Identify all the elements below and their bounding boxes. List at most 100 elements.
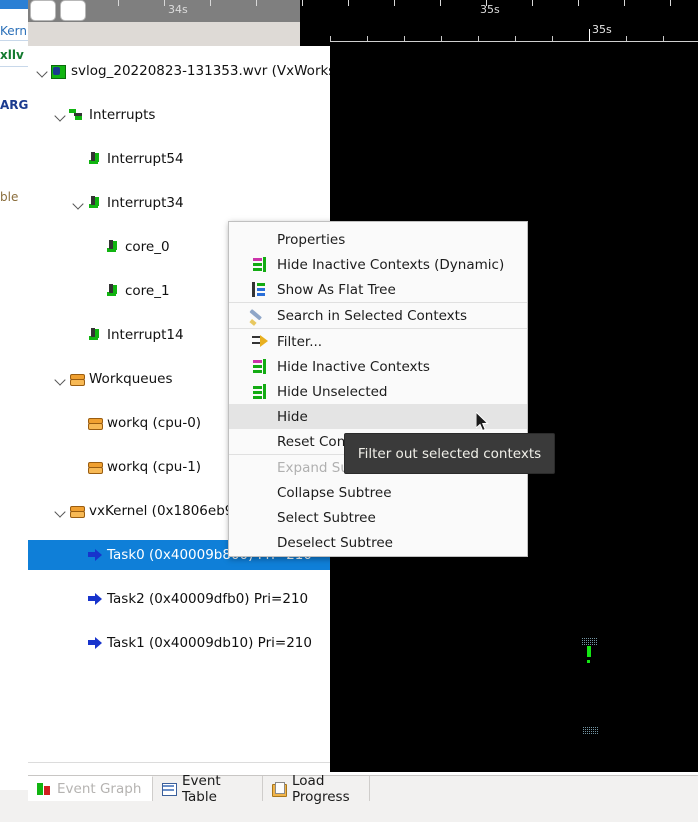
tree-item-label: Interrupt14 [107, 327, 184, 343]
task-icon [86, 547, 104, 563]
tree-item-label: vxKernel (0x1806eb9b [89, 503, 242, 519]
chevron-down-icon[interactable] [36, 64, 50, 78]
tree-item-task1[interactable]: Task1 (0x40009db10) Pri=210 [28, 628, 330, 658]
mouse-cursor [475, 410, 489, 432]
editor-text-fragment-2: xllv [0, 48, 24, 62]
workqueue-group-icon [68, 371, 86, 387]
menu-item-label: Collapse Subtree [277, 484, 392, 501]
toolbar-button-2[interactable] [60, 0, 86, 21]
tree-item-label: core_0 [125, 239, 170, 255]
menu-item-label: Properties [277, 231, 346, 248]
tree-item-label: workq (cpu-0) [107, 415, 202, 431]
menu-item-show-as-flat-tree[interactable]: Show As Flat Tree [229, 277, 527, 302]
load-progress-icon [271, 781, 287, 797]
menu-item-label: Hide Inactive Contexts [277, 358, 430, 375]
interrupt-icon [104, 239, 122, 255]
tree-item-label: Task2 (0x40009dfb0) Pri=210 [107, 591, 309, 607]
tab-label: Load Progress [292, 772, 350, 805]
editor-text-fragment-1: Kern [0, 24, 27, 38]
flat-tree-icon [251, 281, 271, 298]
tree-item-label: core_1 [125, 283, 170, 299]
interrupt-icon [86, 327, 104, 343]
interrupts-group-icon [68, 107, 86, 123]
filter-icon [251, 334, 271, 350]
trace-file-icon [50, 63, 68, 79]
search-pencil-icon [251, 308, 271, 324]
interrupt-icon [86, 151, 104, 167]
view-tab-bar: Event Graph Event Table Load Progress [28, 773, 698, 805]
context-menu[interactable]: Properties Hide Inactive Contexts (Dynam… [228, 221, 528, 557]
editor-divider [0, 40, 28, 41]
menu-item-deselect-subtree[interactable]: Deselect Subtree [229, 530, 527, 555]
tree-item-label: Task1 (0x40009db10) Pri=210 [107, 635, 312, 651]
editor-text-fragment-4: ble [0, 190, 19, 204]
event-table-icon [161, 781, 177, 797]
tree-item-label: Interrupts [89, 107, 156, 123]
menu-item-label: Show As Flat Tree [277, 281, 396, 298]
chevron-down-icon[interactable] [54, 372, 68, 386]
ruler-label-35s-top: 35s [480, 3, 500, 16]
menu-item-label: Select Subtree [277, 509, 376, 526]
tooltip: Filter out selected contexts [344, 433, 555, 474]
tab-label: Event Graph [57, 781, 142, 797]
chevron-down-icon[interactable] [54, 108, 68, 122]
tab-load-progress[interactable]: Load Progress [263, 773, 370, 805]
editor-divider-2 [0, 66, 28, 67]
workqueue-icon [86, 415, 104, 431]
hide-inactive-icon [251, 358, 271, 375]
menu-item-hide-inactive-contexts-dynamic[interactable]: Hide Inactive Contexts (Dynamic) [229, 252, 527, 277]
tree-item-label: Interrupt54 [107, 151, 184, 167]
ruler-label-35s: 35s [592, 23, 612, 36]
chevron-down-icon[interactable] [72, 196, 86, 210]
event-graph-icon [36, 781, 52, 797]
menu-item-label: Filter... [277, 333, 323, 350]
menu-item-select-subtree[interactable]: Select Subtree [229, 505, 527, 530]
menu-item-label: Hide Unselected [277, 383, 388, 400]
menu-item-hide-unselected[interactable]: Hide Unselected [229, 379, 527, 404]
tree-item-interrupt34[interactable]: Interrupt34 [28, 188, 330, 218]
editor-selected-line [0, 0, 28, 9]
workqueue-icon [86, 459, 104, 475]
hide-unselected-icon [251, 383, 271, 400]
tree-item-label: workq (cpu-1) [107, 459, 202, 475]
event-marker[interactable] [582, 638, 598, 645]
hide-inactive-dynamic-icon [251, 256, 271, 273]
tab-label: Event Table [182, 772, 221, 805]
ruler-label-34s: 34s [168, 3, 188, 16]
menu-item-label: Hide [277, 408, 308, 425]
menu-item-label: Hide Inactive Contexts (Dynamic) [277, 256, 505, 273]
tree-item-label: svlog_20220823-131353.wvr (VxWorks [71, 63, 330, 79]
event-marker[interactable] [583, 727, 599, 734]
tree-item-interrupts[interactable]: Interrupts [28, 100, 330, 130]
tab-event-table[interactable]: Event Table [153, 773, 263, 805]
menu-item-hide-inactive-contexts[interactable]: Hide Inactive Contexts [229, 354, 527, 379]
tooltip-text: Filter out selected contexts [357, 445, 542, 462]
menu-item-label: Search in Selected Contexts [277, 307, 468, 324]
background-editor-strip: Kern xllv ARG ble [0, 0, 28, 790]
event-dot[interactable] [587, 660, 590, 663]
chevron-down-icon[interactable] [54, 504, 68, 518]
tree-item-task2[interactable]: Task2 (0x40009dfb0) Pri=210 [28, 584, 330, 614]
tree-item-label: Interrupt34 [107, 195, 184, 211]
event-bar[interactable] [587, 646, 591, 657]
task-icon [86, 635, 104, 651]
menu-item-search-in-selected-contexts[interactable]: Search in Selected Contexts [229, 303, 527, 328]
menu-item-filter[interactable]: Filter... [229, 329, 527, 354]
interrupt-icon [104, 283, 122, 299]
tree-item-label: Workqueues [89, 371, 173, 387]
editor-text-fragment-3: ARG [0, 98, 28, 112]
toolbar-button-1[interactable] [30, 0, 56, 21]
tree-item-interrupt54[interactable]: Interrupt54 [28, 144, 330, 174]
task-icon [86, 591, 104, 607]
menu-item-label: Deselect Subtree [277, 534, 393, 551]
interrupt-icon [86, 195, 104, 211]
menu-item-collapse-subtree[interactable]: Collapse Subtree [229, 480, 527, 505]
graph-horizontal-scrollbar[interactable] [330, 762, 698, 772]
timeline-ruler-main[interactable]: 35s [330, 22, 698, 48]
timeline-ruler-top[interactable]: 34s 35s [28, 0, 698, 22]
tree-horizontal-scrollbar[interactable] [28, 762, 330, 772]
tab-event-graph[interactable]: Event Graph [28, 776, 153, 801]
kernel-icon [68, 503, 86, 519]
tree-item-trace-file[interactable]: svlog_20220823-131353.wvr (VxWorks [28, 56, 330, 86]
menu-item-properties[interactable]: Properties [229, 227, 527, 252]
